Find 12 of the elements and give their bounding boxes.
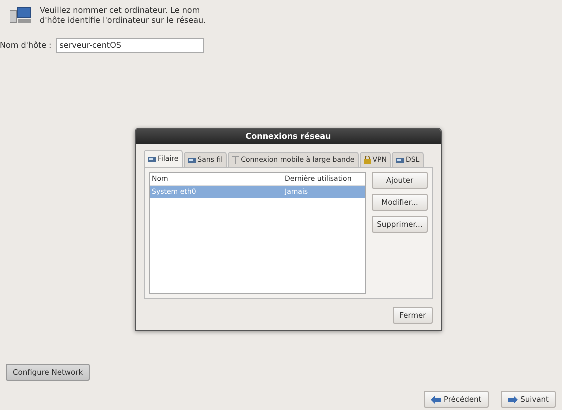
antenna-icon: [232, 156, 240, 164]
network-icon: [148, 156, 156, 162]
hostname-label: Nom d'hôte :: [0, 41, 52, 50]
hostname-field[interactable]: serveur-centOS: [56, 38, 204, 53]
right-arrow-icon: [508, 396, 518, 404]
network-icon: [396, 156, 404, 164]
dialog-title: Connexions réseau: [136, 129, 441, 144]
left-arrow-icon: [430, 396, 441, 404]
instruction-text: Veuillez nommer cet ordinateur. Le nom d'hôte identifie l'ordinateur sur le réseau.: [40, 6, 208, 26]
computers-icon: [10, 7, 32, 25]
network-icon: [188, 156, 196, 164]
lock-icon: [364, 156, 371, 164]
